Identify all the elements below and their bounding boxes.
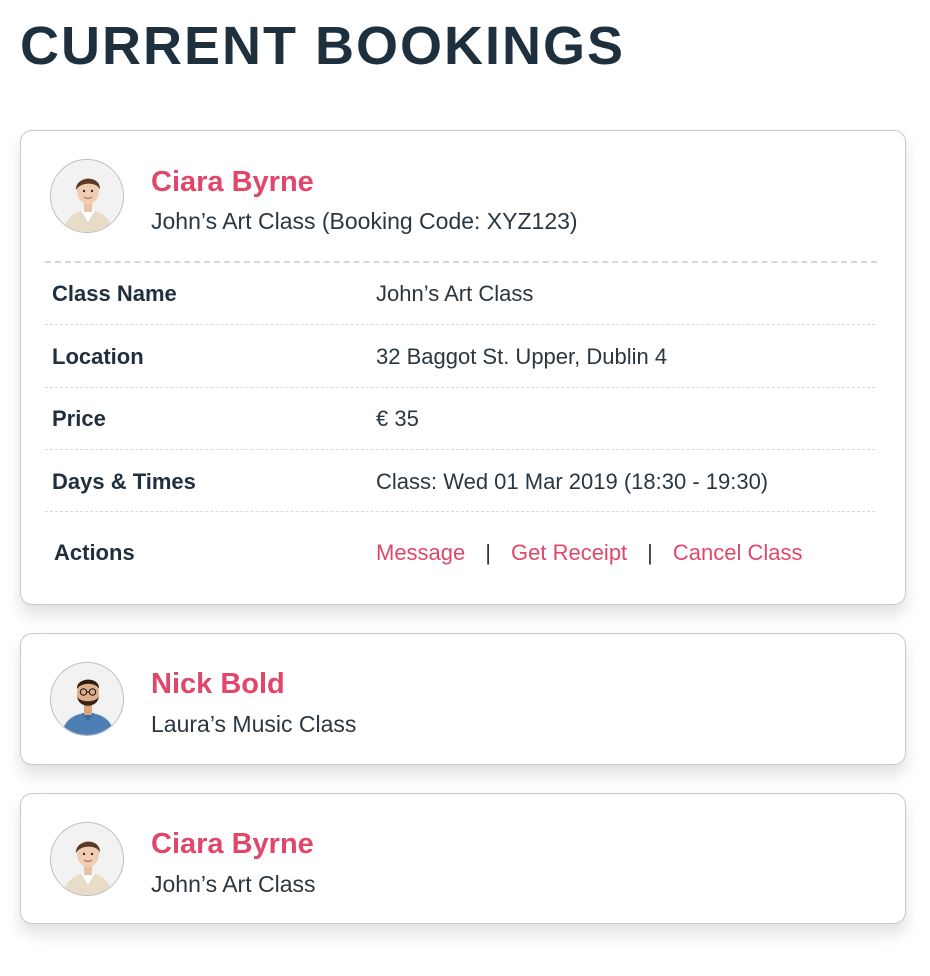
actions-label: Actions [54, 540, 135, 565]
header-divider [45, 261, 877, 263]
booking-name[interactable]: Ciara Byrne [151, 165, 314, 199]
detail-label-days-times: Days & Times [52, 469, 196, 494]
message-link[interactable]: Message [376, 540, 465, 565]
woman-portrait-icon [50, 822, 124, 896]
row-divider [45, 387, 875, 388]
page-title: CURRENT BOOKINGS [20, 16, 626, 76]
detail-label-price: Price [52, 406, 106, 431]
woman-portrait-icon [50, 159, 124, 233]
action-separator: | [647, 540, 653, 565]
detail-value-days-times: Class: Wed 01 Mar 2019 (18:30 - 19:30) [376, 469, 769, 494]
actions-group: Message | Get Receipt | Cancel Class [376, 539, 803, 567]
detail-value-location: 32 Baggot St. Upper, Dublin 4 [376, 344, 668, 369]
detail-value-price: € 35 [376, 406, 419, 431]
detail-label-class-name: Class Name [52, 281, 177, 306]
booking-subtitle: John’s Art Class [151, 871, 316, 897]
booking-card-expanded[interactable]: Ciara Byrne John’s Art Class (Booking Co… [20, 130, 906, 605]
get-receipt-link[interactable]: Get Receipt [511, 540, 627, 565]
booking-card[interactable]: Nick Bold Laura’s Music Class [20, 633, 906, 765]
booking-name[interactable]: Nick Bold [151, 667, 285, 701]
booking-card[interactable]: Ciara Byrne John’s Art Class [20, 793, 906, 924]
row-divider [45, 449, 875, 450]
cancel-class-link[interactable]: Cancel Class [673, 540, 803, 565]
booking-subtitle: John’s Art Class (Booking Code: XYZ123) [151, 208, 578, 234]
booking-name[interactable]: Ciara Byrne [151, 827, 314, 861]
row-divider [45, 511, 875, 512]
man-portrait-icon [50, 662, 124, 736]
action-separator: | [485, 540, 491, 565]
booking-subtitle: Laura’s Music Class [151, 711, 357, 737]
detail-value-class-name: John’s Art Class [376, 281, 534, 306]
row-divider [45, 324, 875, 325]
detail-label-location: Location [52, 344, 144, 369]
